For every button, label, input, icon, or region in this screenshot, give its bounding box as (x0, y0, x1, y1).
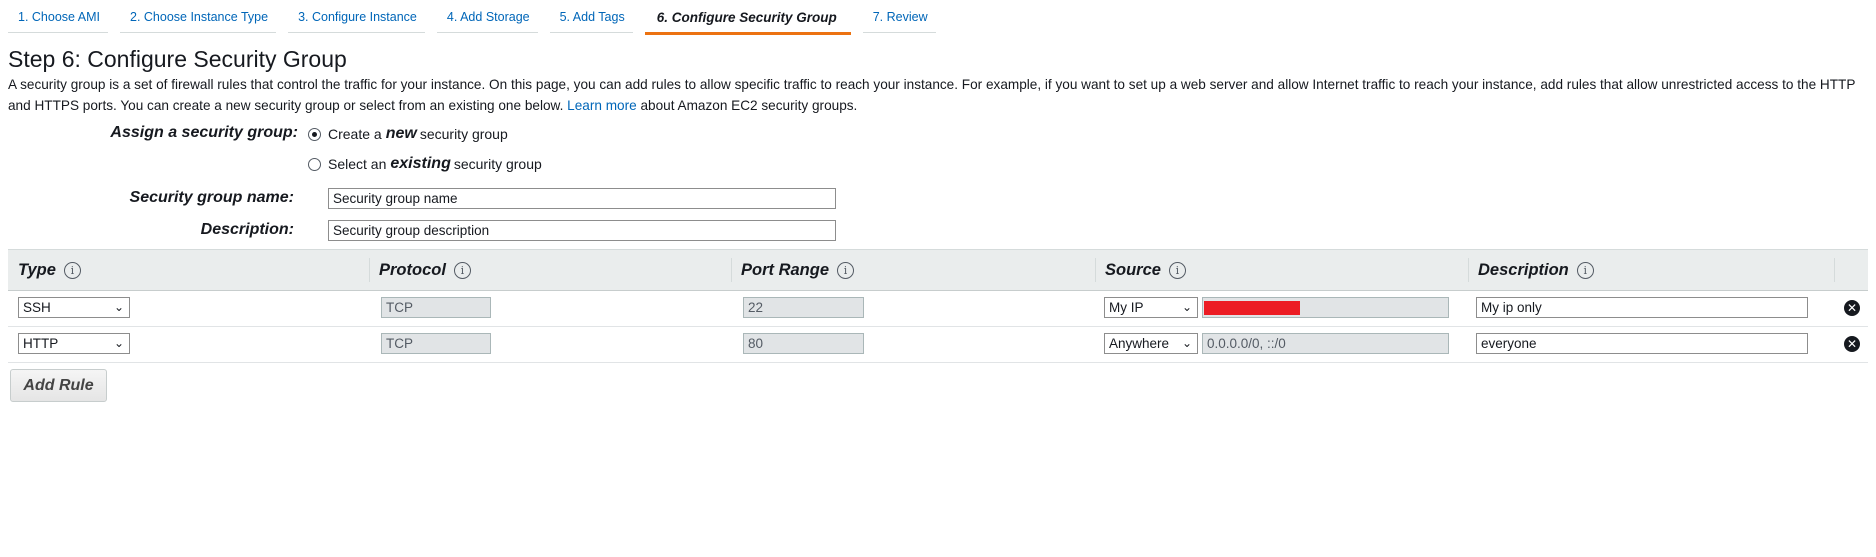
source-cidr-field[interactable]: 0.0.0.0/0, ::/0 (1202, 333, 1449, 354)
info-icon[interactable]: i (1168, 261, 1186, 279)
radio-select-existing-emph: existing (390, 155, 451, 172)
column-header-protocol: Protocol i (369, 250, 731, 290)
radio-create-new-emph: new (385, 125, 417, 142)
rule-description-input[interactable]: My ip only (1476, 297, 1808, 318)
info-icon[interactable]: i (837, 261, 855, 279)
column-header-protocol-label: Protocol (379, 260, 446, 279)
assign-security-group-label: Assign a security group: (110, 124, 298, 141)
chevron-down-icon: ⌄ (113, 336, 124, 350)
radio-create-new-suffix: security group (419, 126, 508, 142)
chevron-down-icon: ⌄ (113, 300, 124, 314)
page-title: Step 6: Configure Security Group (8, 46, 347, 72)
type-select[interactable]: SSH ⌄ (18, 297, 130, 318)
column-divider (1468, 258, 1469, 282)
source-select[interactable]: My IP ⌄ (1104, 297, 1198, 318)
column-header-description-label: Description (1478, 260, 1569, 279)
info-icon[interactable]: i (1576, 261, 1594, 279)
tab-configure-security-group[interactable]: 6. Configure Security Group (644, 0, 851, 35)
column-header-type: Type i (8, 250, 368, 290)
info-icon[interactable]: i (63, 261, 81, 279)
chevron-down-icon: ⌄ (1181, 336, 1192, 350)
column-header-description: Description i (1468, 250, 1834, 290)
intro-text: A security group is a set of firewall ru… (8, 77, 1856, 113)
source-cidr-field[interactable] (1202, 297, 1449, 318)
delete-rule-icon[interactable]: ✕ (1844, 336, 1860, 352)
intro-paragraph: A security group is a set of firewall ru… (8, 74, 1866, 116)
source-select[interactable]: Anywhere ⌄ (1104, 333, 1198, 354)
security-group-name-label: Security group name: (129, 189, 294, 206)
table-row: SSH ⌄ TCP 22 My IP ⌄ My ip only ✕ (8, 290, 1868, 327)
wizard-tabs: 1. Choose AMI 2. Choose Instance Type 3.… (8, 0, 948, 35)
type-select[interactable]: HTTP ⌄ (18, 333, 130, 354)
radio-create-new-prefix: Create a (328, 126, 382, 142)
protocol-field: TCP (381, 297, 491, 318)
tab-choose-instance-type[interactable]: 2. Choose Instance Type (120, 0, 277, 33)
column-header-type-label: Type (18, 260, 56, 279)
column-header-port-range: Port Range i (731, 250, 1095, 290)
port-range-field: 80 (743, 333, 864, 354)
rules-table-header: Type i Protocol i Port Range i Source i … (8, 249, 1868, 291)
tab-add-tags[interactable]: 5. Add Tags (549, 0, 633, 33)
rule-description-input[interactable]: everyone (1476, 333, 1808, 354)
add-rule-button[interactable]: Add Rule (10, 369, 107, 402)
radio-select-existing[interactable]: Select an existing security group (308, 155, 542, 173)
security-group-description-label: Description: (200, 221, 294, 238)
tab-add-storage[interactable]: 4. Add Storage (436, 0, 538, 33)
radio-select-existing-prefix: Select an (328, 156, 387, 172)
learn-more-link[interactable]: Learn more (567, 98, 637, 113)
redacted-ip-block (1204, 301, 1300, 315)
column-header-actions (1834, 250, 1868, 290)
security-group-name-input[interactable]: Security group name (328, 188, 836, 209)
column-divider (369, 258, 370, 282)
tab-configure-instance[interactable]: 3. Configure Instance (288, 0, 425, 33)
security-group-description-input[interactable]: Security group description (328, 220, 836, 241)
table-row: HTTP ⌄ TCP 80 Anywhere ⌄ 0.0.0.0/0, ::/0 e… (8, 326, 1868, 363)
column-divider (1095, 258, 1096, 282)
info-icon[interactable]: i (453, 261, 471, 279)
delete-rule-icon[interactable]: ✕ (1844, 300, 1860, 316)
radio-selected-dot (312, 131, 317, 137)
radio-create-new[interactable]: Create a new security group (308, 125, 508, 143)
radio-select-existing-suffix: security group (453, 156, 542, 172)
column-header-source: Source i (1095, 250, 1468, 290)
tab-choose-ami[interactable]: 1. Choose AMI (8, 0, 108, 33)
protocol-field: TCP (381, 333, 491, 354)
column-divider (731, 258, 732, 282)
chevron-down-icon: ⌄ (1181, 300, 1192, 314)
column-divider (1834, 258, 1835, 282)
radio-select-existing-control[interactable] (308, 157, 321, 171)
tab-review[interactable]: 7. Review (862, 0, 936, 33)
intro-suffix: about Amazon EC2 security groups. (640, 98, 858, 113)
port-range-field: 22 (743, 297, 864, 318)
column-header-port-range-label: Port Range (741, 260, 830, 279)
radio-create-new-control[interactable] (308, 127, 321, 141)
column-header-source-label: Source (1105, 260, 1161, 279)
